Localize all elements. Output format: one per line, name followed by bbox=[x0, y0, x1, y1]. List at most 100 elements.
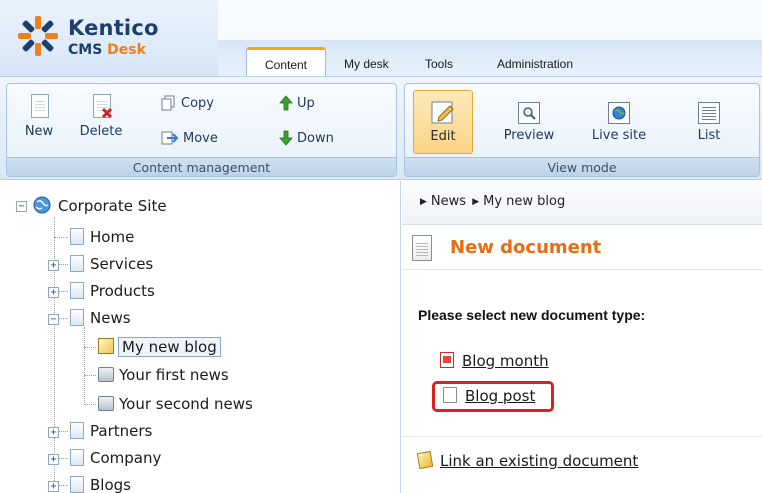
brand-name: Kentico bbox=[68, 16, 159, 40]
link-existing-document-link[interactable]: Link an existing document bbox=[416, 450, 639, 470]
move-label: Move bbox=[183, 130, 218, 146]
document-icon bbox=[443, 387, 457, 403]
preview-button[interactable]: Preview bbox=[497, 94, 561, 152]
tab-administration[interactable]: Administration bbox=[491, 52, 579, 76]
delete-button[interactable]: Delete bbox=[73, 94, 129, 152]
tree-expand-products[interactable]: + bbox=[48, 287, 59, 298]
preview-label: Preview bbox=[503, 128, 555, 143]
tree-node-label: Your second news bbox=[119, 395, 253, 413]
live-site-icon bbox=[608, 102, 630, 124]
view-mode-group: Edit Preview Live site List View mode bbox=[404, 83, 760, 177]
edit-label: Edit bbox=[430, 129, 456, 144]
list-label: List bbox=[697, 128, 721, 143]
tab-my-desk[interactable]: My desk bbox=[338, 52, 395, 76]
document-pane: ▶ News ▶ My new blog New document Please s… bbox=[402, 181, 762, 493]
document-icon bbox=[412, 235, 432, 261]
news-icon bbox=[98, 396, 114, 411]
tree-node-products[interactable]: Products bbox=[70, 280, 155, 302]
copy-label: Copy bbox=[181, 95, 214, 111]
tab-content[interactable]: Content bbox=[246, 47, 326, 76]
blog-post-link[interactable]: Blog post bbox=[443, 387, 535, 405]
link-existing-label: Link an existing document bbox=[440, 452, 639, 470]
divider bbox=[402, 436, 762, 437]
tree-node-blogs[interactable]: Blogs bbox=[70, 474, 131, 493]
tree-collapse-news[interactable]: − bbox=[48, 314, 59, 325]
content-management-group: New Delete Copy Move Up Down Content man… bbox=[6, 83, 397, 177]
move-icon bbox=[161, 131, 179, 145]
arrow-down-icon bbox=[279, 130, 293, 146]
page-icon bbox=[70, 228, 84, 245]
tree-node-home[interactable]: Home bbox=[70, 226, 134, 248]
down-label: Down bbox=[297, 130, 334, 146]
page-icon bbox=[70, 449, 84, 466]
tree-node-your-first-news[interactable]: Your first news bbox=[98, 364, 229, 386]
tree-node-label: Company bbox=[90, 449, 162, 467]
tree-node-your-second-news[interactable]: Your second news bbox=[98, 393, 253, 415]
tree-node-partners[interactable]: Partners bbox=[70, 420, 152, 442]
copy-button[interactable]: Copy bbox=[161, 93, 214, 113]
edit-icon bbox=[431, 101, 454, 124]
tab-tools[interactable]: Tools bbox=[419, 52, 459, 76]
kentico-logo-icon bbox=[18, 16, 58, 56]
blog-icon bbox=[98, 338, 114, 354]
product-name: CMS Desk bbox=[68, 42, 146, 58]
edit-button[interactable]: Edit bbox=[413, 90, 473, 154]
calendar-icon bbox=[440, 352, 454, 368]
product-prefix: CMS bbox=[68, 42, 103, 58]
main-tabs: Content My desk Tools Administration bbox=[218, 0, 762, 76]
delete-document-icon bbox=[90, 94, 113, 120]
tree-expand-company[interactable]: + bbox=[48, 454, 59, 465]
breadcrumb-item-my-new-blog[interactable]: My new blog bbox=[483, 194, 565, 209]
up-button[interactable]: Up bbox=[279, 93, 315, 113]
breadcrumb-bar: ▶ News ▶ My new blog bbox=[402, 181, 762, 225]
view-mode-caption: View mode bbox=[405, 157, 759, 176]
tree-node-label: Blogs bbox=[90, 476, 131, 493]
content-tree: − Corporate Site Home + Services + Produ… bbox=[0, 181, 401, 493]
tree-root-label: Corporate Site bbox=[58, 197, 167, 215]
blog-month-link[interactable]: Blog month bbox=[440, 352, 549, 370]
page-icon bbox=[70, 476, 84, 493]
new-document-icon bbox=[28, 94, 50, 120]
move-button[interactable]: Move bbox=[161, 128, 218, 148]
tree-node-company[interactable]: Company bbox=[70, 447, 161, 469]
up-label: Up bbox=[297, 95, 315, 111]
live-site-button[interactable]: Live site bbox=[581, 94, 657, 152]
content-management-caption: Content management bbox=[7, 157, 396, 176]
preview-icon bbox=[518, 102, 540, 124]
tree-node-label: Products bbox=[90, 282, 155, 300]
list-button[interactable]: List bbox=[689, 94, 729, 152]
tree-node-label: My new blog bbox=[118, 337, 221, 357]
news-icon bbox=[98, 367, 114, 382]
down-button[interactable]: Down bbox=[279, 128, 334, 148]
tree-node-label: Partners bbox=[90, 422, 153, 440]
tree-node-services[interactable]: Services bbox=[70, 253, 153, 275]
copy-icon bbox=[161, 95, 175, 111]
tree-node-label: Services bbox=[90, 255, 154, 273]
title-bar: New document bbox=[402, 226, 762, 270]
live-site-label: Live site bbox=[591, 128, 647, 143]
tree-expand-partners[interactable]: + bbox=[48, 427, 59, 438]
breadcrumb-item-news[interactable]: News bbox=[431, 194, 466, 209]
app-header: Kentico CMS Desk Content My desk Tools A… bbox=[0, 0, 762, 76]
document-type-prompt: Please select new document type: bbox=[418, 307, 646, 323]
tree-expand-services[interactable]: + bbox=[48, 260, 59, 271]
page-icon bbox=[70, 255, 84, 272]
product-accent: Desk bbox=[107, 42, 146, 58]
tree-node-my-new-blog[interactable]: My new blog bbox=[98, 336, 221, 358]
page-icon bbox=[70, 309, 84, 326]
tree-node-news[interactable]: News bbox=[70, 307, 131, 329]
breadcrumb: ▶ News ▶ My new blog bbox=[418, 194, 565, 209]
blog-month-label: Blog month bbox=[462, 352, 549, 370]
delete-label: Delete bbox=[79, 124, 123, 139]
breadcrumb-arrow-icon: ▶ bbox=[420, 197, 427, 207]
toolbar: New Delete Copy Move Up Down Content man… bbox=[0, 76, 762, 180]
arrow-up-icon bbox=[279, 95, 293, 111]
tree-expand-blogs[interactable]: + bbox=[48, 481, 59, 492]
tree-node-corporate-site[interactable]: Corporate Site bbox=[32, 195, 167, 217]
tree-collapse-root[interactable]: − bbox=[16, 201, 27, 212]
tree-node-label: Your first news bbox=[119, 366, 229, 384]
breadcrumb-arrow-icon: ▶ bbox=[472, 197, 480, 207]
blog-post-highlight: Blog post bbox=[432, 381, 554, 412]
new-button[interactable]: New bbox=[11, 94, 67, 152]
blog-post-label: Blog post bbox=[465, 387, 536, 405]
